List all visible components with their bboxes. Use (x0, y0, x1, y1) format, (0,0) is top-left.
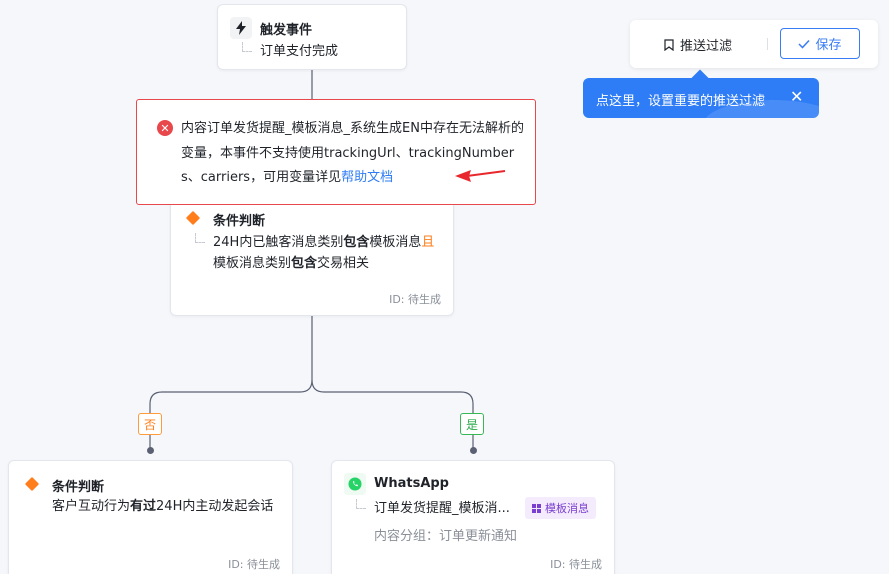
trigger-event-text: 订单支付完成 (260, 44, 339, 59)
branch-hook (242, 42, 252, 52)
condition-rule-line-2: 模板消息类别包含交易相关 (213, 253, 369, 274)
lightning-icon (230, 17, 252, 39)
top-toolbar: 推送过滤 保存 (630, 20, 878, 68)
rule-value: 24H内主动发起会话 (156, 499, 274, 514)
rule-value: 模板消息 (369, 235, 422, 250)
check-icon (798, 39, 811, 49)
save-button[interactable]: 保存 (780, 28, 860, 59)
rule-operator: 包含 (291, 256, 318, 271)
connector-branch-yes (311, 379, 474, 450)
connector-dot (470, 447, 477, 454)
template-name: 订单发货提醒_模板消... (374, 501, 510, 516)
condition-node-1[interactable]: 条件判断 24H内已触客消息类别包含模板消息且 模板消息类别包含交易相关 ID:… (170, 188, 454, 316)
toolbar-divider (767, 38, 768, 50)
condition-rule-line-1: 24H内已触客消息类别包含模板消息且 (213, 232, 434, 253)
help-doc-link[interactable]: 帮助文档 (341, 170, 393, 185)
node-id: ID: 待生成 (228, 558, 280, 571)
save-label: 保存 (815, 38, 842, 53)
trigger-node[interactable]: 触发事件 订单支付完成 (217, 4, 407, 70)
trigger-title: 触发事件 (260, 23, 313, 38)
rule-operator: 有过 (130, 499, 157, 514)
branch-label-yes: 是 (460, 413, 484, 435)
whatsapp-title: WhatsApp (374, 476, 449, 491)
condition-title: 条件判断 (52, 480, 105, 495)
tooltip-text: 点这里，设置重要的推送过滤 (596, 94, 766, 109)
connector-dot (147, 447, 154, 454)
branch-label-no: 否 (138, 413, 162, 435)
push-filter-label: 推送过滤 (680, 39, 733, 54)
condition-title: 条件判断 (213, 214, 266, 229)
flow-canvas[interactable]: 触发事件 订单支付完成 条件判断 24H内已触客消息类别包含模板消息且 模板消息… (0, 0, 889, 574)
bookmark-icon (664, 38, 674, 51)
connector-branch-no (149, 379, 313, 450)
variable-error-popover: ✕ 内容订单发货提醒_模板消息_系统生成EN中存在无法解析的变量，本事件不支持使… (136, 99, 536, 205)
diamond-icon (21, 473, 43, 495)
error-icon: ✕ (157, 120, 173, 136)
rule-connector: 且 (421, 235, 435, 250)
rule-operator: 包含 (343, 235, 370, 250)
push-filter-button[interactable]: 推送过滤 (664, 35, 732, 54)
badge-label: 模板消息 (545, 502, 589, 515)
rule-text: 模板消息类别 (213, 256, 292, 271)
close-icon[interactable]: ✕ (790, 88, 803, 106)
node-id: ID: 待生成 (389, 293, 441, 306)
content-group: 内容分组：订单更新通知 (374, 529, 518, 544)
diamond-icon (182, 207, 204, 229)
red-arrow-annotation (455, 170, 506, 182)
branch-hook (195, 233, 205, 243)
grid-icon (532, 503, 541, 513)
rule-text: 24H内已触客消息类别 (213, 235, 344, 250)
rule-value: 交易相关 (317, 256, 370, 271)
whatsapp-node[interactable]: WhatsApp 订单发货提醒_模板消... 模板消息 内容分组：订单更新通知 … (331, 460, 615, 574)
condition-node-2[interactable]: 条件判断 客户互动行为有过24H内主动发起会话 ID: 待生成 (8, 460, 293, 574)
condition-rule-line-1: 客户互动行为有过24H内主动发起会话 (52, 496, 273, 517)
node-id: ID: 待生成 (550, 558, 602, 571)
rule-text: 客户互动行为 (52, 499, 131, 514)
whatsapp-icon (344, 473, 366, 495)
template-message-badge: 模板消息 (525, 497, 596, 519)
branch-hook (356, 499, 366, 509)
